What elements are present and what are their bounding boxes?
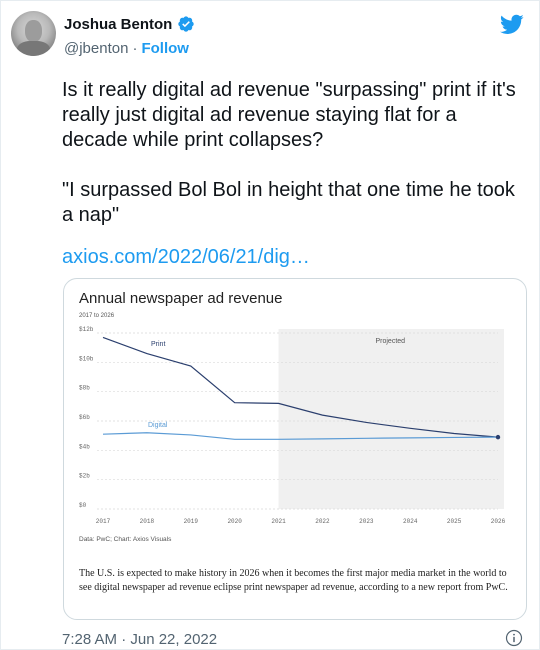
series-label-print: Print (151, 341, 165, 348)
chart-subtitle: 2017 to 2026 (79, 313, 115, 319)
x-tick-label: 2025 (447, 518, 462, 525)
projected-label: Projected (375, 338, 405, 345)
follow-button[interactable]: Follow (141, 40, 189, 57)
avatar[interactable] (11, 11, 56, 56)
x-tick-label: 2023 (359, 518, 374, 525)
y-tick-label: $0 (79, 502, 87, 509)
y-tick-label: $12b (79, 326, 94, 333)
handle-row: @jbenton · Follow (64, 40, 189, 57)
x-tick-label: 2017 (96, 518, 111, 525)
y-tick-label: $4b (79, 443, 90, 450)
card-caption: The U.S. is expected to make history in … (79, 568, 508, 593)
x-tick-label: 2018 (140, 518, 155, 525)
chart-source: Data: PwC; Chart: Axios Visuals (79, 536, 172, 543)
x-tick-label: 2020 (227, 518, 242, 525)
author-row: Joshua Benton (64, 15, 195, 33)
verified-badge-icon (178, 16, 195, 32)
tweet-timestamp[interactable]: 7:28 AM · Jun 22, 2022 (62, 631, 217, 648)
x-tick-label: 2022 (315, 518, 330, 525)
series-label-digital: Digital (148, 422, 168, 429)
y-tick-label: $10b (79, 355, 94, 362)
separator: · (132, 40, 138, 57)
twitter-bird-icon[interactable] (500, 12, 524, 36)
x-tick-label: 2021 (271, 518, 286, 525)
y-tick-label: $2b (79, 473, 90, 480)
link-card[interactable]: Projected $0 $2b $4b $6b $8b $10b $12b 2017 2018 2… (63, 278, 527, 620)
article-link[interactable]: axios.com/2022/06/21/dig… (62, 246, 310, 269)
projected-region (278, 329, 504, 509)
y-tick-label: $6b (79, 414, 90, 421)
x-tick-label: 2026 (491, 518, 506, 525)
author-name[interactable]: Joshua Benton (64, 16, 172, 33)
author-handle[interactable]: @jbenton (64, 40, 128, 57)
y-tick-label: $8b (79, 385, 90, 392)
x-tick-label: 2019 (184, 518, 199, 525)
x-tick-label: 2024 (403, 518, 418, 525)
end-point-marker (495, 434, 501, 440)
info-icon[interactable] (505, 629, 523, 647)
revenue-chart: Projected $0 $2b $4b $6b $8b $10b $12b 2017 2018 2… (79, 326, 506, 525)
tweet-text: Is it really digital ad revenue "surpass… (62, 79, 516, 226)
chart-title: Annual newspaper ad revenue (79, 290, 283, 307)
